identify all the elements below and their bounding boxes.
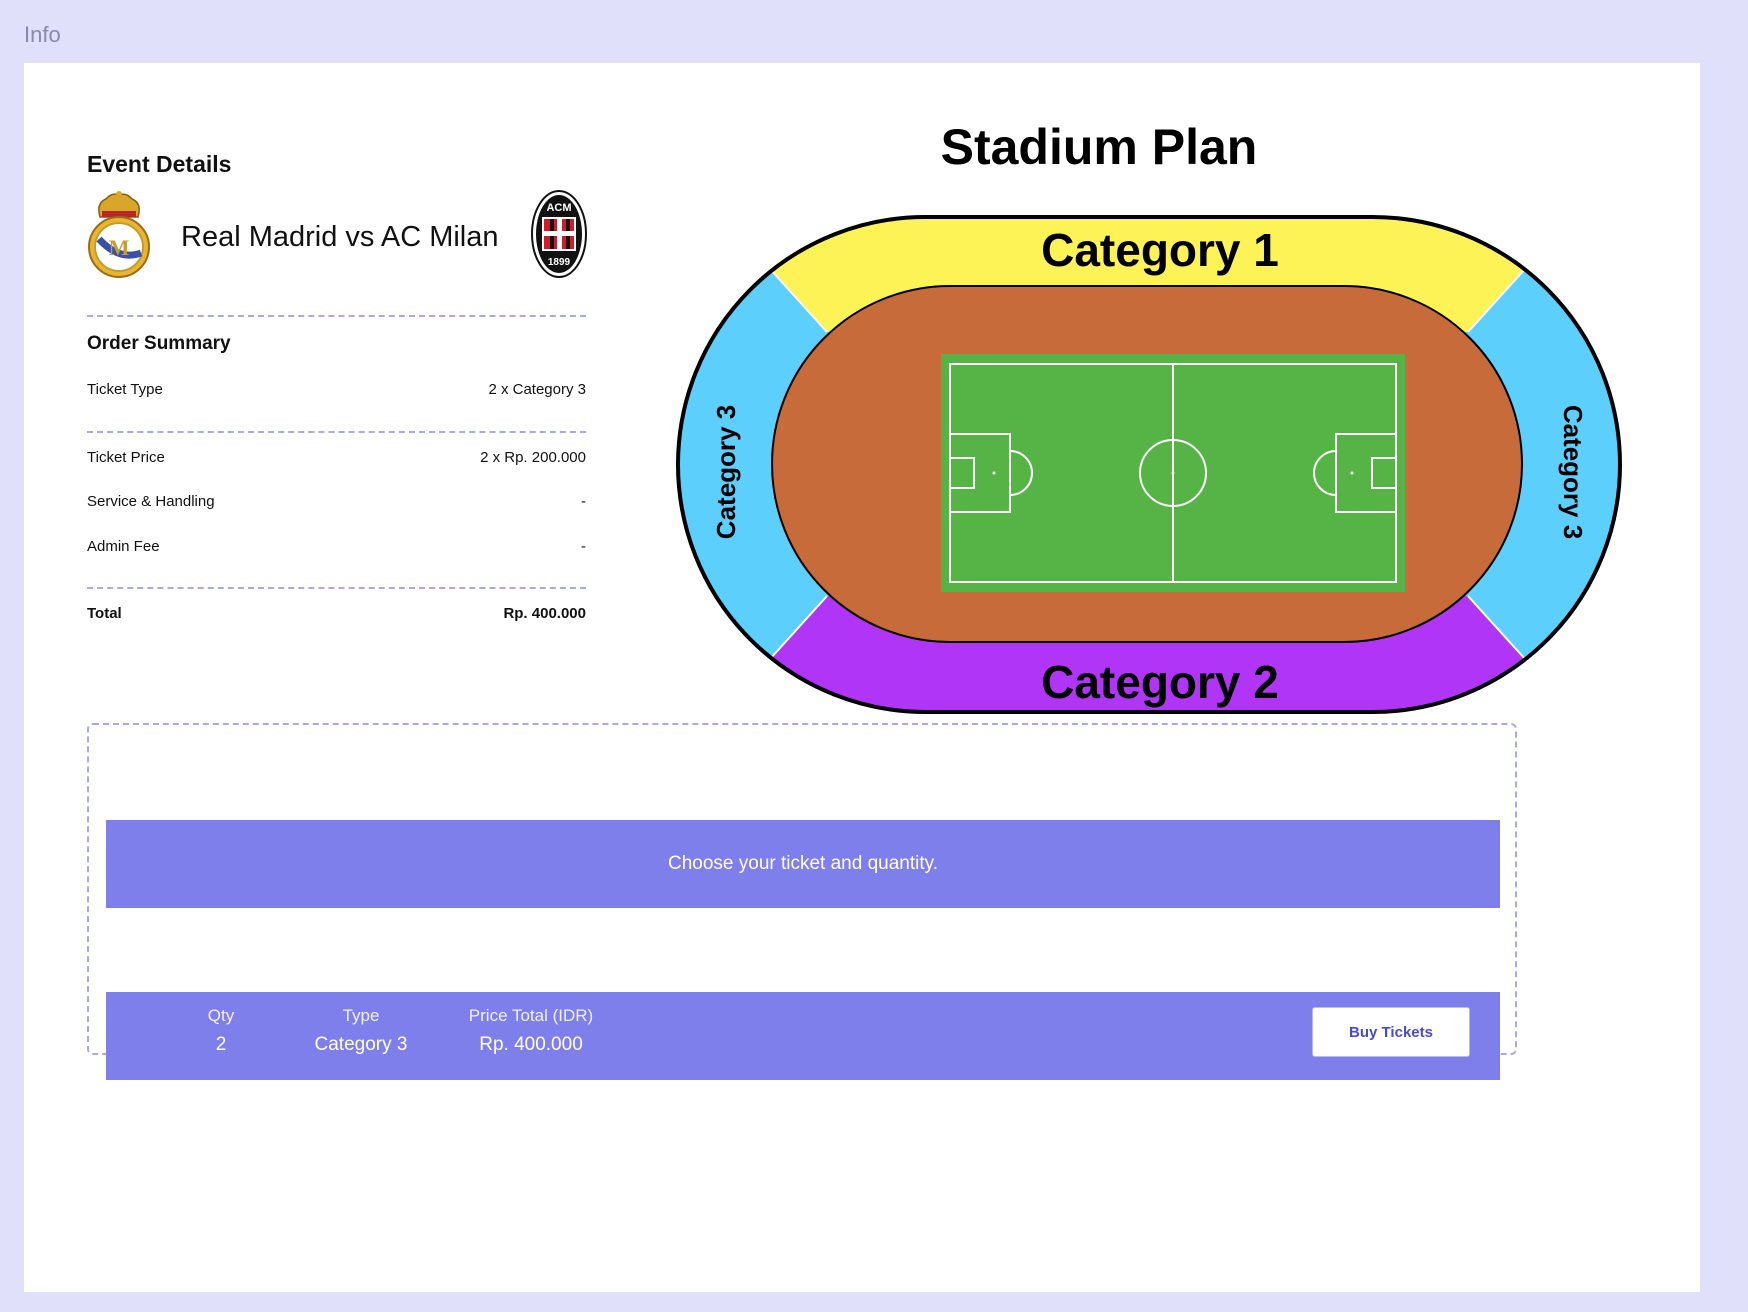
- category-3-right-label: Category 3: [1558, 405, 1588, 539]
- price-total-value: Rp. 400.000: [479, 1034, 583, 1055]
- qty-column: Qty 2: [186, 1006, 256, 1056]
- service-handling-value: -: [581, 493, 586, 510]
- ticket-banner: Choose your ticket and quantity.: [106, 820, 1500, 908]
- divider: [87, 431, 586, 433]
- price-column: Price Total (IDR) Rp. 400.000: [446, 1006, 616, 1056]
- type-label: Type: [342, 1006, 380, 1025]
- price-total-label: Price Total (IDR): [468, 1006, 594, 1025]
- divider: [87, 587, 586, 589]
- ticket-type-value: 2 x Category 3: [488, 381, 586, 398]
- svg-text:ACM: ACM: [546, 202, 571, 214]
- category-1-label: Category 1: [1041, 224, 1279, 276]
- frame-label: Info: [24, 22, 61, 47]
- ticket-price-value: 2 x Rp. 200.000: [480, 449, 586, 466]
- info-card: Event Details M Real Madrid vs AC Milan …: [24, 63, 1700, 1292]
- total-value: Rp. 400.000: [503, 605, 586, 622]
- ticket-type-label: Ticket Type: [87, 381, 163, 398]
- event-details-title: Event Details: [87, 151, 232, 177]
- category-2-label: Category 2: [1041, 656, 1279, 708]
- ac-milan-logo: ACM 1899: [531, 190, 587, 278]
- category-3-left-label: Category 3: [711, 405, 741, 539]
- purchase-summary-bar: Qty 2 Type Category 3 Price Total (IDR) …: [106, 992, 1500, 1080]
- order-summary-title: Order Summary: [87, 333, 231, 354]
- service-handling-label: Service & Handling: [87, 493, 215, 510]
- buy-tickets-button[interactable]: Buy Tickets: [1312, 1007, 1470, 1057]
- ticket-price-label: Ticket Price: [87, 449, 165, 466]
- admin-fee-label: Admin Fee: [87, 538, 160, 555]
- real-madrid-logo: M: [88, 191, 150, 278]
- qty-label: Qty: [207, 1006, 235, 1025]
- total-label: Total: [87, 605, 122, 622]
- banner-text: Choose your ticket and quantity.: [667, 853, 939, 874]
- match-name: Real Madrid vs AC Milan: [181, 221, 499, 253]
- svg-text:M: M: [109, 235, 130, 260]
- stadium-map: Category 1 Category 2 Category 3 Categor…: [676, 215, 1622, 714]
- type-value: Category 3: [314, 1034, 408, 1055]
- qty-value: 2: [215, 1034, 227, 1055]
- type-column: Type Category 3: [296, 1006, 426, 1056]
- admin-fee-value: -: [581, 538, 586, 555]
- svg-text:1899: 1899: [548, 257, 571, 268]
- stadium-plan-title: Stadium Plan: [940, 119, 1258, 175]
- divider: [87, 315, 586, 317]
